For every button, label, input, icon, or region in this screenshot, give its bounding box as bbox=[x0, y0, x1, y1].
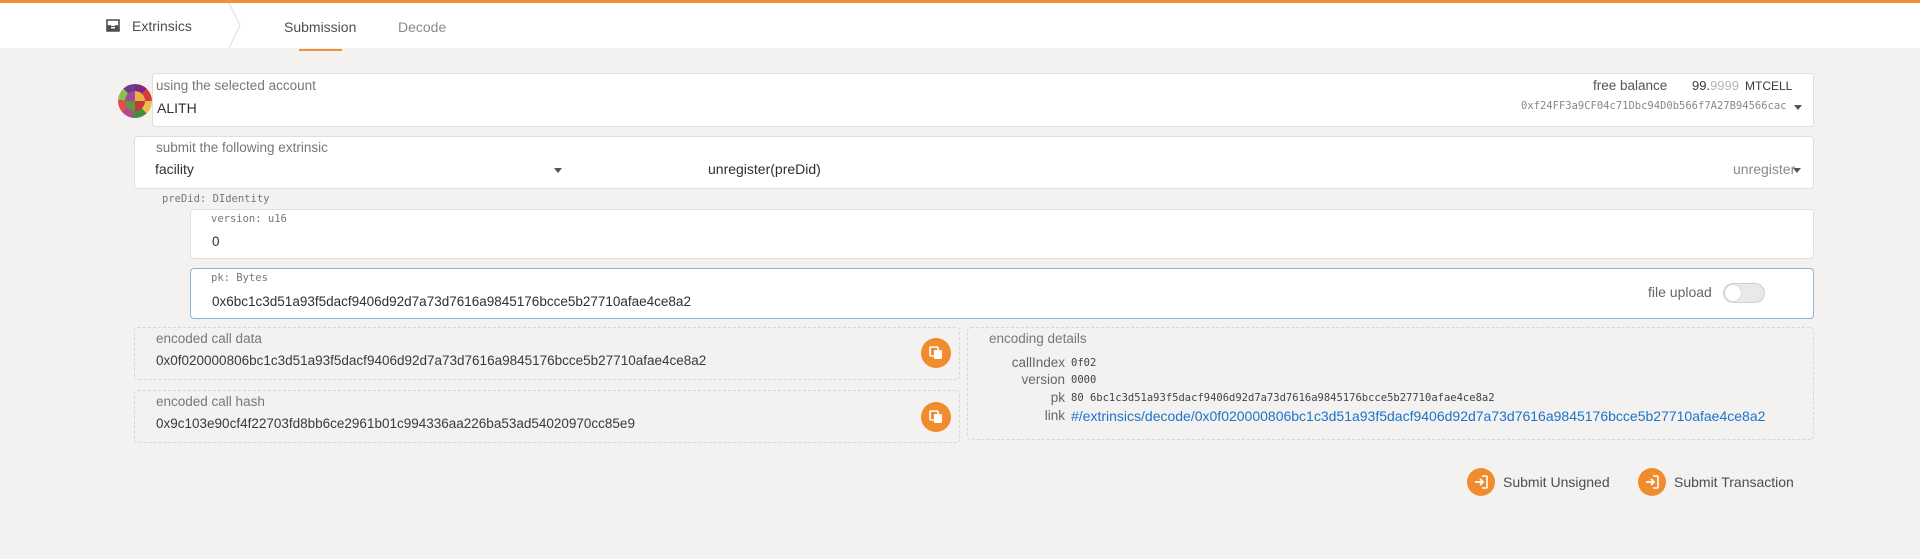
balance-unit: MTCELL bbox=[1745, 79, 1793, 93]
breadcrumb-separator-icon bbox=[228, 3, 241, 48]
pk-field[interactable]: pk: Bytes 0x6bc1c3d51a93f5dacf9406d92d7a… bbox=[190, 268, 1814, 319]
param-predid-label: preDid: DIdentity bbox=[162, 193, 270, 205]
copy-icon bbox=[929, 410, 942, 423]
encoded-call-hash-box: encoded call hash 0x9c103e90cf4f22703fd8… bbox=[134, 390, 960, 443]
account-label: using the selected account bbox=[156, 78, 316, 93]
version-label: version: u16 bbox=[211, 213, 287, 225]
copy-call-hash-button[interactable] bbox=[921, 402, 951, 432]
decode-link[interactable]: #/extrinsics/decode/0x0f020000806bc1c3d5… bbox=[1071, 408, 1781, 424]
copy-icon bbox=[929, 346, 942, 359]
encoded-call-hash-value: 0x9c103e90cf4f22703fd8bb6ce2961b01c99433… bbox=[156, 416, 635, 431]
pk-label: pk: Bytes bbox=[211, 272, 268, 284]
submit-unsigned-label: Submit Unsigned bbox=[1503, 474, 1610, 490]
call-signature: unregister(preDid) bbox=[708, 161, 821, 177]
toggle-knob bbox=[1725, 285, 1741, 301]
call-method: unregister bbox=[1733, 161, 1796, 177]
inbox-icon bbox=[106, 19, 120, 32]
account-avatar bbox=[118, 84, 152, 118]
chevron-down-icon bbox=[554, 168, 562, 173]
detail-key-link: link bbox=[1044, 408, 1065, 423]
balance-label: free balance bbox=[1593, 78, 1668, 93]
detail-value-version: 0000 bbox=[1071, 374, 1097, 386]
detail-key-pk: pk bbox=[1050, 390, 1065, 405]
extrinsic-selector: submit the following extrinsic facility … bbox=[134, 136, 1814, 189]
version-field[interactable]: version: u16 0 bbox=[190, 209, 1814, 259]
encoded-call-data-box: encoded call data 0x0f020000806bc1c3d51a… bbox=[134, 327, 960, 380]
account-address: 0xf24FF3a9CF04c71Dbc94D0b566f7A27B94566c… bbox=[1521, 100, 1787, 112]
chevron-down-icon[interactable] bbox=[1794, 105, 1802, 110]
file-upload-toggle[interactable] bbox=[1723, 283, 1765, 303]
file-upload-label: file upload bbox=[1648, 284, 1712, 300]
encoding-details-title: encoding details bbox=[989, 331, 1087, 346]
submit-unsigned-button[interactable]: Submit Unsigned bbox=[1467, 468, 1617, 496]
detail-value-pk: 80 6bc1c3d51a93f5dacf9406d92d7a73d7616a9… bbox=[1071, 392, 1495, 404]
detail-value-callindex: 0f02 bbox=[1071, 357, 1097, 369]
pallet-value: facility bbox=[155, 161, 194, 177]
tab-decode[interactable]: Decode bbox=[398, 19, 446, 35]
encoded-call-data-value: 0x0f020000806bc1c3d51a93f5dacf9406d92d7a… bbox=[156, 353, 707, 368]
detail-key-version: version bbox=[1021, 372, 1065, 387]
app-title[interactable]: Extrinsics bbox=[132, 18, 192, 34]
encoded-call-hash-label: encoded call hash bbox=[156, 394, 265, 409]
account-selector[interactable]: using the selected account ALITH free ba… bbox=[152, 73, 1814, 127]
balance-value: 99.9999 bbox=[1692, 78, 1739, 93]
encoded-call-data-label: encoded call data bbox=[156, 331, 262, 346]
copy-call-data-button[interactable] bbox=[921, 338, 951, 368]
pk-value[interactable]: 0x6bc1c3d51a93f5dacf9406d92d7a73d7616a98… bbox=[212, 294, 691, 309]
tab-submission[interactable]: Submission bbox=[284, 19, 356, 35]
chevron-down-icon bbox=[1793, 168, 1801, 173]
submit-transaction-button[interactable]: Submit Transaction bbox=[1638, 468, 1808, 496]
sign-in-icon bbox=[1467, 468, 1495, 496]
detail-key-callindex: callIndex bbox=[1011, 355, 1065, 370]
top-nav: Extrinsics Submission Decode bbox=[0, 0, 1920, 51]
sign-in-icon bbox=[1638, 468, 1666, 496]
pallet-dropdown[interactable]: facility bbox=[155, 159, 575, 183]
call-dropdown[interactable]: unregister(preDid) unregister bbox=[574, 159, 1804, 183]
version-value[interactable]: 0 bbox=[212, 234, 220, 249]
encoding-details-box: encoding details callIndex 0f02 version … bbox=[967, 327, 1814, 440]
account-name: ALITH bbox=[157, 100, 197, 116]
extrinsic-label: submit the following extrinsic bbox=[156, 140, 328, 155]
active-tab-indicator bbox=[299, 49, 342, 51]
submit-transaction-label: Submit Transaction bbox=[1674, 474, 1794, 490]
